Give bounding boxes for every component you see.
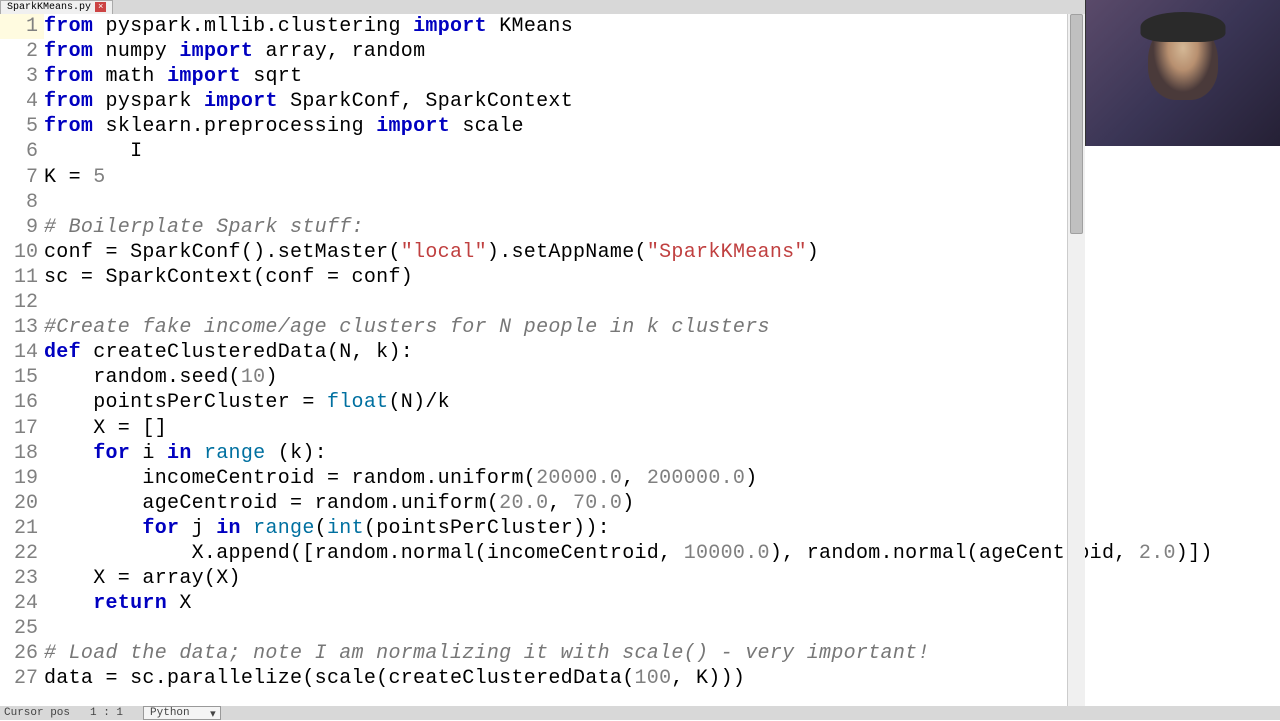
code-line[interactable]: 27data = sc.parallelize(scale(createClus… bbox=[0, 666, 1280, 691]
code-line[interactable]: 18 for i in range (k): bbox=[0, 441, 1280, 466]
line-number: 19 bbox=[0, 466, 44, 491]
code-line[interactable]: 24 return X bbox=[0, 591, 1280, 616]
line-number: 21 bbox=[0, 516, 44, 541]
code-content[interactable]: X = array(X) bbox=[44, 566, 1280, 591]
line-number: 5 bbox=[0, 114, 44, 139]
line-number: 20 bbox=[0, 491, 44, 516]
line-number: 9 bbox=[0, 215, 44, 240]
line-number: 7 bbox=[0, 165, 44, 190]
code-content[interactable]: X = [] bbox=[44, 416, 1280, 441]
line-number: 18 bbox=[0, 441, 44, 466]
code-line[interactable]: 21 for j in range(int(pointsPerCluster))… bbox=[0, 516, 1280, 541]
code-content[interactable]: sc = SparkContext(conf = conf) bbox=[44, 265, 1280, 290]
code-content[interactable]: data = sc.parallelize(scale(createCluste… bbox=[44, 666, 1280, 691]
line-number: 6 bbox=[0, 139, 44, 164]
line-number: 15 bbox=[0, 365, 44, 390]
vertical-scrollbar[interactable] bbox=[1067, 14, 1085, 706]
code-content[interactable]: random.seed(10) bbox=[44, 365, 1280, 390]
code-content[interactable]: for j in range(int(pointsPerCluster)): bbox=[44, 516, 1280, 541]
code-content[interactable]: return X bbox=[44, 591, 1280, 616]
cursor-label: Cursor pos bbox=[4, 707, 70, 719]
code-content[interactable]: # Load the data; note I am normalizing i… bbox=[44, 641, 1280, 666]
status-bar: Cursor pos 1 : 1 Python bbox=[0, 706, 1280, 720]
file-tab[interactable]: SparkKMeans.py × bbox=[0, 0, 113, 15]
close-icon[interactable]: × bbox=[95, 2, 106, 12]
code-line[interactable]: 16 pointsPerCluster = float(N)/k bbox=[0, 390, 1280, 415]
code-content[interactable] bbox=[44, 616, 1280, 641]
line-number: 22 bbox=[0, 541, 44, 566]
line-number: 26 bbox=[0, 641, 44, 666]
code-content[interactable]: # Boilerplate Spark stuff: bbox=[44, 215, 1280, 240]
code-content[interactable]: pointsPerCluster = float(N)/k bbox=[44, 390, 1280, 415]
code-content[interactable] bbox=[44, 290, 1280, 315]
line-number: 24 bbox=[0, 591, 44, 616]
line-number: 3 bbox=[0, 64, 44, 89]
code-line[interactable]: 9# Boilerplate Spark stuff: bbox=[0, 215, 1280, 240]
code-line[interactable]: 15 random.seed(10) bbox=[0, 365, 1280, 390]
code-line[interactable]: 10conf = SparkConf().setMaster("local").… bbox=[0, 240, 1280, 265]
line-number: 14 bbox=[0, 340, 44, 365]
code-content[interactable]: X.append([random.normal(incomeCentroid, … bbox=[44, 541, 1280, 566]
code-line[interactable]: 11sc = SparkContext(conf = conf) bbox=[0, 265, 1280, 290]
tab-filename: SparkKMeans.py bbox=[7, 2, 91, 13]
line-number: 27 bbox=[0, 666, 44, 691]
line-number: 8 bbox=[0, 190, 44, 215]
code-content[interactable]: K = 5 bbox=[44, 165, 1280, 190]
code-line[interactable]: 23 X = array(X) bbox=[0, 566, 1280, 591]
code-content[interactable]: ageCentroid = random.uniform(20.0, 70.0) bbox=[44, 491, 1280, 516]
line-number: 11 bbox=[0, 265, 44, 290]
line-number: 10 bbox=[0, 240, 44, 265]
code-line[interactable]: 7K = 5 bbox=[0, 165, 1280, 190]
code-content[interactable]: #Create fake income/age clusters for N p… bbox=[44, 315, 1280, 340]
code-content[interactable]: for i in range (k): bbox=[44, 441, 1280, 466]
line-number: 13 bbox=[0, 315, 44, 340]
webcam-overlay bbox=[1085, 0, 1280, 146]
code-content[interactable]: incomeCentroid = random.uniform(20000.0,… bbox=[44, 466, 1280, 491]
line-number: 25 bbox=[0, 616, 44, 641]
code-line[interactable]: 26# Load the data; note I am normalizing… bbox=[0, 641, 1280, 666]
line-number: 12 bbox=[0, 290, 44, 315]
line-number: 23 bbox=[0, 566, 44, 591]
scroll-thumb[interactable] bbox=[1070, 14, 1083, 234]
line-number: 2 bbox=[0, 39, 44, 64]
code-line[interactable]: 20 ageCentroid = random.uniform(20.0, 70… bbox=[0, 491, 1280, 516]
code-line[interactable]: 22 X.append([random.normal(incomeCentroi… bbox=[0, 541, 1280, 566]
code-line[interactable]: 19 incomeCentroid = random.uniform(20000… bbox=[0, 466, 1280, 491]
code-line[interactable]: 14def createClusteredData(N, k): bbox=[0, 340, 1280, 365]
cursor-position: 1 : 1 bbox=[90, 707, 123, 719]
code-line[interactable]: 13#Create fake income/age clusters for N… bbox=[0, 315, 1280, 340]
line-number: 16 bbox=[0, 390, 44, 415]
line-number: 17 bbox=[0, 416, 44, 441]
code-content[interactable]: def createClusteredData(N, k): bbox=[44, 340, 1280, 365]
line-number: 4 bbox=[0, 89, 44, 114]
code-line[interactable]: 17 X = [] bbox=[0, 416, 1280, 441]
line-number: 1 bbox=[0, 14, 44, 39]
code-content[interactable] bbox=[44, 190, 1280, 215]
language-selector[interactable]: Python bbox=[143, 706, 221, 720]
code-line[interactable]: 8 bbox=[0, 190, 1280, 215]
code-line[interactable]: 25 bbox=[0, 616, 1280, 641]
code-content[interactable]: conf = SparkConf().setMaster("local").se… bbox=[44, 240, 1280, 265]
code-line[interactable]: 12 bbox=[0, 290, 1280, 315]
